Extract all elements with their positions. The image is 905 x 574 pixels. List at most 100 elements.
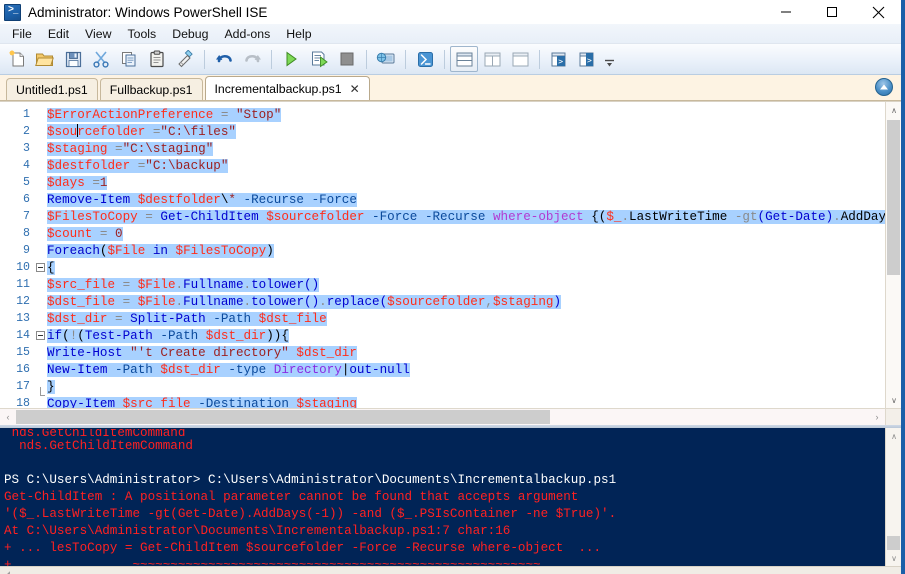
layout-maximized-icon[interactable] [506,46,534,72]
clear-console-icon[interactable] [171,46,199,72]
toolbar-separator [271,49,272,69]
svg-text:>: > [587,56,592,65]
line-number: 6 [23,193,30,206]
code-text: Foreach($File in $FilesToCopy) [47,243,274,258]
console-output[interactable]: nds.GetChildItemCommand nds.GetChildItem… [0,428,885,574]
toolbar-overflow-button[interactable] [603,58,616,74]
console-line: nds.GetChildItemCommand [4,438,885,455]
save-script-icon[interactable] [59,46,87,72]
tab-label: Incrementalbackup.ps1 [214,81,342,96]
code-text: New-Item -Path $dst_dir -type Directory|… [47,362,410,377]
toolbar-separator [204,49,205,69]
toolbar-separator [405,49,406,69]
code-editor[interactable]: 1 $ErrorActionPreference = "Stop" 2 $sourc… [0,102,885,408]
redo-icon[interactable] [238,46,266,72]
console-line-text: PS C:\Users\Administrator> C:\Users\Admi… [4,473,617,487]
tab-strip: Untitled1.ps1 Fullbackup.ps1 Incremental… [0,75,901,101]
console-line-text: + ... lesToCopy = Get-ChildItem $sourcef… [4,541,602,555]
new-remote-tab-icon[interactable] [372,46,400,72]
run-script-icon[interactable] [277,46,305,72]
code-text: $src_file = $File.Fullname.tolower() [47,277,320,292]
powershell-ise-window: Administrator: Windows PowerShell ISE Fi… [0,0,905,574]
scroll-thumb[interactable] [887,536,900,550]
line-number: 18 [16,397,30,408]
scroll-down-arrow[interactable]: ∨ [886,550,901,566]
code-text: $staging ="C:\staging" [47,141,214,156]
menu-item-file[interactable]: File [4,25,40,43]
close-button[interactable] [855,0,901,24]
code-line: 1 $ErrorActionPreference = "Stop" [0,106,885,123]
code-line: 7 $FilesToCopy = Get-ChildItem $sourcefol… [0,208,885,225]
tab-fullbackup[interactable]: Fullbackup.ps1 [99,78,203,100]
fold-marker-collapse[interactable] [34,331,47,340]
paste-icon[interactable] [143,46,171,72]
line-number: 9 [23,244,30,257]
line-number: 16 [16,363,30,376]
scroll-thumb[interactable] [16,410,550,424]
menu-item-view[interactable]: View [77,25,119,43]
open-script-icon[interactable] [31,46,59,72]
minimize-button[interactable] [763,0,809,24]
code-line: 2 $sourcefolder ="C:\files" [0,123,885,140]
scroll-left-arrow[interactable]: ‹ [0,409,16,426]
tab-incrementalbackup[interactable]: Incrementalbackup.ps1 ✕ [204,76,370,100]
scroll-right-arrow[interactable]: › [869,409,885,426]
menu-bar: File Edit View Tools Debug Add-ons Help [0,24,901,44]
code-line: 12 $dst_file = $File.Fullname.tolower().r… [0,293,885,310]
line-number: 13 [16,312,30,325]
layout-vertical-icon[interactable] [478,46,506,72]
layout-horizontal-icon[interactable] [450,46,478,72]
code-line: 5 $days =1 [0,174,885,191]
show-script-pane-icon[interactable]: > [545,46,573,72]
code-line: 18 Copy-Item $src_file -Destination $stag… [0,395,885,408]
code-line: 8 $count = 0 [0,225,885,242]
line-number: 12 [16,295,30,308]
code-line: 3 $staging ="C:\staging" [0,140,885,157]
menu-item-help[interactable]: Help [278,25,319,43]
scroll-up-arrow[interactable]: ∧ [886,102,901,118]
show-console-pane-icon[interactable]: > [573,46,601,72]
tab-label: Fullbackup.ps1 [109,82,193,97]
scroll-thumb[interactable] [887,120,900,275]
toolbar-separator [366,49,367,69]
tab-untitled1[interactable]: Untitled1.ps1 [6,78,98,100]
console-line-text: '($_.LastWriteTime -gt(Get-Date).AddDays… [4,507,617,521]
code-line: 4 $destfolder ="C:\backup" [0,157,885,174]
code-text: $count = 0 [47,226,123,241]
menu-item-edit[interactable]: Edit [40,25,77,43]
maximize-button[interactable] [809,0,855,24]
toolbar: > > [0,44,901,75]
console-vertical-scrollbar[interactable]: ∧ ∨ [885,428,901,574]
stop-operation-icon[interactable] [333,46,361,72]
console-line: nds.GetChildItemCommand [4,429,885,438]
start-powershell-icon[interactable] [411,46,439,72]
window-controls [763,0,901,24]
cut-icon[interactable] [87,46,115,72]
menu-item-addons[interactable]: Add-ons [216,25,278,43]
menu-item-tools[interactable]: Tools [119,25,164,43]
editor-vertical-scrollbar[interactable]: ∧ ∨ [885,102,901,408]
scroll-up-arrow[interactable]: ∧ [886,428,901,444]
title-bar: Administrator: Windows PowerShell ISE [0,0,901,24]
console-line-text: At C:\Users\Administrator\Documents\Incr… [4,524,511,538]
console-line-text: nds.GetChildItemCommand [11,429,186,438]
line-number: 14 [16,329,30,342]
code-line: 17} [0,378,885,396]
code-text: Write-Host "'t Create directory" $dst_di… [47,345,357,360]
scroll-down-arrow[interactable]: ∨ [886,392,901,408]
menu-item-debug[interactable]: Debug [164,25,216,43]
tab-close-icon[interactable]: ✕ [350,83,360,95]
code-text: $sourcefolder ="C:\files" [47,124,236,139]
copy-icon[interactable] [115,46,143,72]
code-line: 11 $src_file = $File.Fullname.tolower() [0,276,885,293]
scrollbar-corner [885,408,901,425]
line-number: 8 [23,227,30,240]
editor-horizontal-scrollbar[interactable]: ‹ › [0,408,885,425]
new-script-icon[interactable] [3,46,31,72]
run-selection-icon[interactable] [305,46,333,72]
status-bar: ◢ [0,566,901,574]
code-line: 15 Write-Host "'t Create directory" $dst_… [0,344,885,361]
undo-icon[interactable] [210,46,238,72]
collapse-script-pane-icon[interactable] [875,78,893,96]
fold-marker-collapse[interactable] [34,263,47,272]
